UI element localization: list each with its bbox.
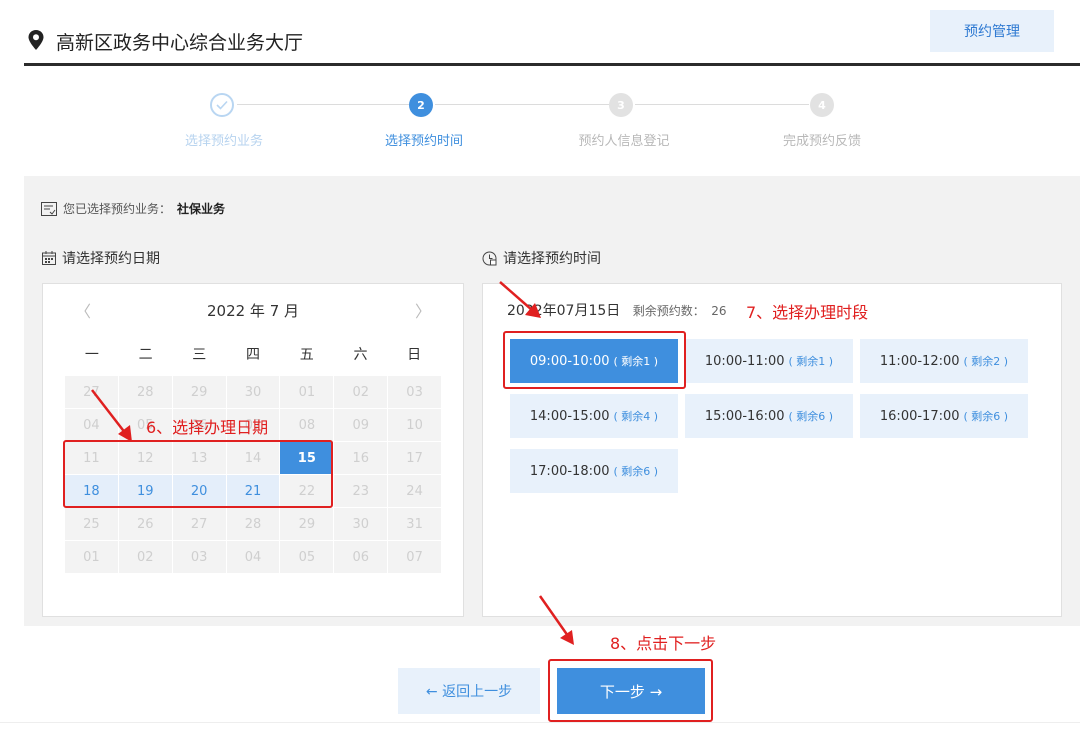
calendar-month: 2022 年 7 月 [206, 302, 300, 320]
annotation-box-next [548, 659, 713, 722]
calendar-day: 08 [280, 409, 334, 441]
time-slot-remaining: ( 剩余6 ) [963, 410, 1009, 423]
calendar-day: 01 [65, 541, 118, 573]
time-slot-remaining: ( 剩余2 ) [963, 355, 1009, 368]
weekday-header: 一二三四五六日 [65, 344, 441, 364]
annotation-box-slot [503, 331, 686, 389]
time-slot[interactable]: 11:00-12:00( 剩余2 ) [860, 339, 1028, 383]
step-1-check-icon [210, 93, 234, 117]
step-2-label: 选择预约时间 [384, 134, 464, 149]
weekday-label: 二 [138, 347, 153, 363]
back-button[interactable]: ← 返回上一步 [398, 668, 540, 714]
appointment-page: 高新区政务中心综合业务大厅 预约管理 2 3 4 选择预约业务 选择预约时间 预… [0, 0, 1080, 731]
calendar-day: 31 [388, 508, 441, 540]
step-connector [237, 104, 409, 105]
bottom-divider [0, 722, 1080, 723]
weekday-label: 四 [246, 347, 261, 363]
time-slot[interactable]: 15:00-16:00( 剩余6 ) [685, 394, 853, 438]
selected-service: 您已选择预约业务： 社保业务 [41, 200, 225, 217]
step-connector [635, 104, 809, 105]
calendar-day: 10 [388, 409, 441, 441]
weekday-label: 一 [84, 347, 99, 363]
remaining-label: 剩余预约数： [632, 304, 705, 318]
time-slot-time: 14:00-15:00 [529, 408, 610, 424]
calendar-day: 02 [118, 541, 172, 573]
step-3-indicator: 3 [609, 93, 633, 117]
annotation-step8: 8、点击下一步 [610, 634, 717, 653]
time-slot-remaining: ( 剩余6 ) [788, 410, 834, 423]
calendar-day: 06 [334, 541, 388, 573]
location-pin-icon [28, 30, 44, 50]
calendar-day: 07 [388, 541, 441, 573]
date-section-title: 请选择预约日期 [42, 248, 160, 268]
weekday-label: 五 [299, 347, 314, 363]
calendar-day: 25 [65, 508, 118, 540]
calendar-day: 04 [65, 409, 118, 441]
calendar-day: 28 [226, 508, 280, 540]
header: 高新区政务中心综合业务大厅 预约管理 [24, 0, 1080, 66]
selected-date: 2022年07月15日 [507, 303, 621, 319]
clock-icon [482, 251, 497, 265]
time-slot[interactable]: 17:00-18:00( 剩余6 ) [510, 449, 678, 493]
next-month-icon[interactable]: 〉 [415, 298, 431, 322]
calendar-day: 17 [388, 442, 441, 474]
time-slot[interactable]: 10:00-11:00( 剩余1 ) [685, 339, 853, 383]
calendar-day: 09 [334, 409, 388, 441]
calendar-day: 28 [118, 376, 172, 408]
calendar-day: 04 [226, 541, 280, 573]
calendar-day: 01 [280, 376, 334, 408]
step-4-label: 完成预约反馈 [782, 134, 862, 149]
content-area: 您已选择预约业务： 社保业务 请选择预约日期 请选择预约时间 〈 2022 年 … [24, 176, 1080, 626]
calendar-day: 02 [334, 376, 388, 408]
step-progress: 2 3 4 选择预约业务 选择预约时间 预约人信息登记 完成预约反馈 [0, 88, 1080, 178]
hall-title: 高新区政务中心综合业务大厅 [56, 32, 304, 54]
step-2-indicator: 2 [409, 93, 433, 117]
date-section-label: 请选择预约日期 [62, 251, 160, 267]
calendar-day: 29 [172, 376, 226, 408]
calendar-day: 30 [334, 508, 388, 540]
time-slot-remaining: ( 剩余4 ) [613, 410, 659, 423]
weekday-label: 三 [192, 347, 207, 363]
remaining-count: 26 [711, 304, 727, 318]
time-section-label: 请选择预约时间 [503, 251, 601, 267]
calendar-header: 〈 2022 年 7 月 〉 [43, 298, 463, 322]
calendar-day: 30 [226, 376, 280, 408]
calendar-day: 29 [280, 508, 334, 540]
calendar-day: 05 [280, 541, 334, 573]
step-connector [435, 104, 609, 105]
time-slot[interactable]: 14:00-15:00( 剩余4 ) [510, 394, 678, 438]
appointment-management-button[interactable]: 预约管理 [930, 10, 1054, 52]
calendar-day: 27 [65, 376, 118, 408]
time-slot-time: 17:00-18:00 [529, 463, 610, 479]
time-header: 2022年07月15日 剩余预约数： 26 [507, 300, 726, 320]
step-1-label: 选择预约业务 [184, 134, 264, 149]
time-slot-time: 16:00-17:00 [879, 408, 960, 424]
weekday-label: 六 [353, 347, 368, 363]
time-section-title: 请选择预约时间 [482, 248, 601, 268]
weekday-label: 日 [407, 347, 422, 363]
annotation-box-date [63, 440, 333, 508]
calendar-day: 23 [334, 475, 388, 507]
annotation-step7: 7、选择办理时段 [746, 303, 869, 322]
time-slot[interactable]: 16:00-17:00( 剩余6 ) [860, 394, 1028, 438]
service-prefix: 您已选择预约业务： [63, 202, 172, 216]
service-name: 社保业务 [177, 202, 226, 216]
calendar-day: 26 [118, 508, 172, 540]
annotation-step6: 6、选择办理日期 [146, 418, 269, 437]
document-check-icon [41, 201, 57, 216]
time-slot-remaining: ( 剩余1 ) [788, 355, 834, 368]
step-4-indicator: 4 [810, 93, 834, 117]
calendar-icon [42, 251, 56, 265]
calendar-day: 03 [172, 541, 226, 573]
time-slot-time: 11:00-12:00 [879, 353, 960, 369]
calendar-day: 03 [388, 376, 441, 408]
calendar-day: 16 [334, 442, 388, 474]
time-slot-time: 10:00-11:00 [704, 353, 785, 369]
time-slot-remaining: ( 剩余6 ) [613, 465, 659, 478]
calendar-day: 27 [172, 508, 226, 540]
step-3-label: 预约人信息登记 [578, 134, 670, 149]
calendar-day: 24 [388, 475, 441, 507]
time-slot-time: 15:00-16:00 [704, 408, 785, 424]
